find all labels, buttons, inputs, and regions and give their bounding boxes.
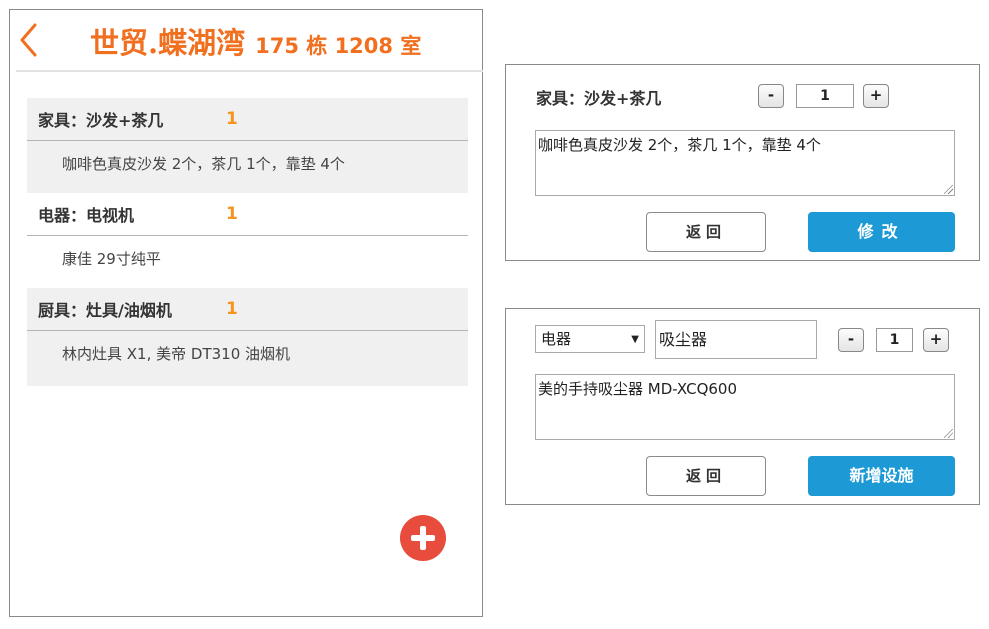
list-item-header[interactable]: 家具：沙发+茶几 1	[27, 98, 468, 141]
category-selected: 电器	[541, 330, 572, 348]
edit-facility-dialog: 家具：沙发+茶几 - 1 + 咖啡色真皮沙发 2个，茶几 1个，靠垫 4个 返回…	[505, 64, 980, 261]
estate-name: 世贸.蝶湖湾	[90, 26, 246, 60]
phone-screen: 世贸.蝶湖湾 175 栋 1208 室 家具：沙发+茶几 1 咖啡色真皮沙发 2个…	[9, 9, 483, 617]
back-button[interactable]	[15, 22, 47, 58]
modify-button[interactable]: 修改	[808, 212, 955, 252]
triangle-down-icon: ▼	[631, 334, 639, 345]
header-divider	[16, 70, 483, 72]
description-text: 美的手持吸尘器 MD-XCQ600	[538, 380, 738, 398]
chevron-left-icon	[20, 23, 37, 57]
facility-name: 家具：沙发+茶几	[38, 111, 164, 130]
back-button[interactable]: 返回	[646, 456, 766, 496]
description-text: 咖啡色真皮沙发 2个，茶几 1个，靠垫 4个	[538, 136, 821, 154]
facility-description: 林内灶具 X1, 美帝 DT310 油烟机	[62, 345, 291, 363]
list-item-header[interactable]: 电器：电视机 1	[27, 193, 468, 236]
page-title: 世贸.蝶湖湾 175 栋 1208 室	[90, 20, 421, 62]
category-select[interactable]: 电器 ▼	[535, 325, 645, 353]
quantity-field[interactable]: 1	[796, 84, 854, 108]
quantity-field[interactable]: 1	[876, 328, 913, 352]
room-number: 175 栋 1208 室	[255, 34, 422, 58]
back-button[interactable]: 返回	[646, 212, 766, 252]
dialog-title: 家具：沙发+茶几	[536, 89, 662, 108]
item-name-input[interactable]: 吸尘器	[655, 320, 817, 359]
resize-grip-icon[interactable]	[944, 429, 953, 438]
facility-name: 厨具：灶具/油烟机	[38, 301, 172, 320]
increment-button[interactable]: +	[923, 328, 949, 352]
facility-quantity: 1	[226, 299, 238, 319]
facility-quantity: 1	[226, 204, 238, 224]
facility-description: 咖啡色真皮沙发 2个，茶几 1个，靠垫 4个	[62, 155, 345, 173]
decrement-button[interactable]: -	[758, 84, 784, 108]
add-facility-submit-button[interactable]: 新增设施	[808, 456, 955, 496]
decrement-button[interactable]: -	[838, 328, 864, 352]
list-item-header[interactable]: 厨具：灶具/油烟机 1	[27, 288, 468, 331]
facility-quantity: 1	[226, 109, 238, 129]
description-textarea[interactable]: 美的手持吸尘器 MD-XCQ600	[535, 374, 955, 440]
add-facility-button[interactable]	[400, 515, 446, 561]
increment-button[interactable]: +	[863, 84, 889, 108]
description-textarea[interactable]: 咖啡色真皮沙发 2个，茶几 1个，靠垫 4个	[535, 130, 955, 196]
facility-name: 电器：电视机	[38, 206, 135, 225]
facility-list: 家具：沙发+茶几 1 咖啡色真皮沙发 2个，茶几 1个，靠垫 4个 电器：电视机…	[27, 98, 468, 386]
facility-description: 康佳 29寸纯平	[27, 236, 468, 288]
add-facility-dialog: 电器 ▼ 吸尘器 - 1 + 美的手持吸尘器 MD-XCQ600 返回 新增设施	[505, 308, 980, 505]
page-header: 世贸.蝶湖湾 175 栋 1208 室	[10, 10, 483, 72]
resize-grip-icon[interactable]	[944, 185, 953, 194]
